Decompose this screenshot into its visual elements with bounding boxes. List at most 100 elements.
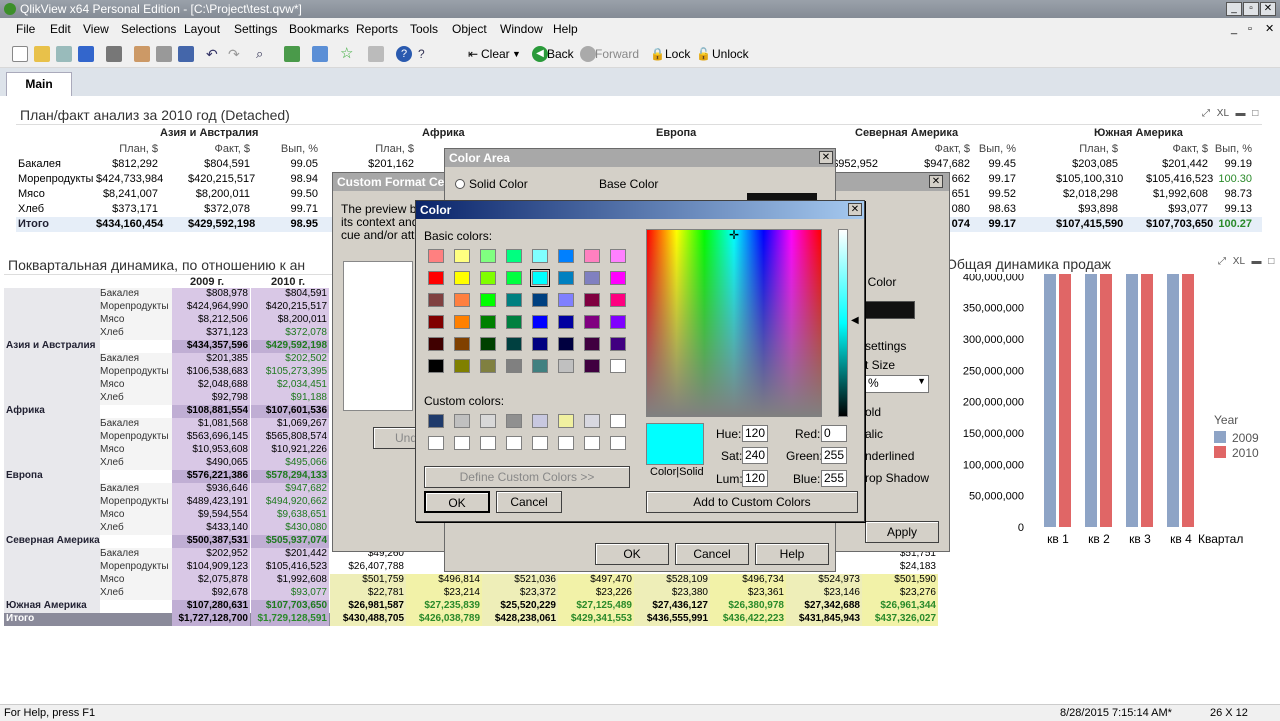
bar-2010-кв 2[interactable] [1100, 274, 1112, 527]
menu-reports[interactable]: Reports [356, 18, 398, 40]
red-input[interactable]: 0 [821, 425, 847, 442]
basic-color-swatch[interactable] [532, 315, 548, 329]
custom-color-swatch[interactable] [480, 414, 496, 428]
italic-label[interactable]: alic [865, 427, 883, 441]
text-color-swatch[interactable] [865, 301, 915, 319]
star-icon[interactable]: ☆ [340, 46, 356, 62]
bar-2010-кв 1[interactable] [1059, 274, 1071, 527]
menu-file[interactable]: File [16, 18, 35, 40]
basic-color-swatch[interactable] [428, 359, 444, 373]
unlock-button[interactable]: Unlock [712, 47, 749, 61]
define-custom-colors-button[interactable]: Define Custom Colors >> [424, 466, 630, 488]
custom-color-swatch[interactable] [428, 436, 444, 450]
lum-input[interactable]: 120 [742, 470, 768, 487]
new-sheet-object-icon[interactable] [312, 46, 328, 62]
basic-color-swatch[interactable] [454, 315, 470, 329]
bar-2009-кв 4[interactable] [1167, 274, 1179, 527]
bar-2009-кв 1[interactable] [1044, 274, 1056, 527]
basic-color-swatch[interactable] [558, 315, 574, 329]
custom-color-swatch[interactable] [584, 414, 600, 428]
basic-color-swatch[interactable] [428, 315, 444, 329]
cancel-button[interactable]: Cancel [675, 543, 749, 565]
basic-color-swatch[interactable] [530, 269, 550, 287]
unlock-icon[interactable]: 🔓 [696, 46, 712, 62]
menu-view[interactable]: View [83, 18, 109, 40]
selections-icon[interactable] [284, 46, 300, 62]
basic-color-swatch[interactable] [454, 271, 470, 285]
custom-color-swatch[interactable] [506, 414, 522, 428]
restore-icon[interactable]: ⤢ [1218, 256, 1226, 267]
maximize-icon[interactable]: □ [1268, 256, 1274, 267]
mdi-close-button[interactable]: ✕ [1265, 18, 1274, 40]
basic-color-swatch[interactable] [532, 249, 548, 263]
reload-data-icon[interactable] [156, 46, 172, 62]
maximize-button[interactable]: ▫ [1243, 2, 1259, 16]
basic-color-swatch[interactable] [480, 359, 496, 373]
reload-icon[interactable] [56, 46, 72, 62]
print-icon[interactable] [106, 46, 122, 62]
custom-color-swatch[interactable] [558, 414, 574, 428]
basic-color-swatch[interactable] [610, 271, 626, 285]
basic-color-swatch[interactable] [610, 315, 626, 329]
basic-color-swatch[interactable] [584, 315, 600, 329]
color-area-close-icon[interactable]: ✕ [819, 151, 833, 164]
apply-button[interactable]: Apply [865, 521, 939, 543]
basic-color-swatch[interactable] [584, 271, 600, 285]
help-icon[interactable]: ? [396, 46, 412, 62]
custom-color-swatch[interactable] [454, 414, 470, 428]
mdi-restore-button[interactable]: ▫ [1248, 18, 1252, 40]
custom-color-swatch[interactable] [532, 436, 548, 450]
design-grid-icon[interactable] [368, 46, 384, 62]
bold-label[interactable]: old [865, 405, 881, 419]
clear-dropdown-icon[interactable]: ▼ [512, 49, 521, 59]
custom-color-swatch[interactable] [558, 436, 574, 450]
minimize-icon[interactable]: ▬ [1235, 108, 1245, 119]
basic-color-swatch[interactable] [480, 337, 496, 351]
basic-color-swatch[interactable] [454, 359, 470, 373]
custom-color-swatch[interactable] [610, 436, 626, 450]
bar-2010-кв 4[interactable] [1182, 274, 1194, 527]
luminance-slider[interactable] [838, 229, 848, 417]
custom-color-swatch[interactable] [480, 436, 496, 450]
basic-color-swatch[interactable] [532, 293, 548, 307]
blue-input[interactable]: 255 [821, 470, 847, 487]
basic-color-swatch[interactable] [532, 337, 548, 351]
color-spectrum[interactable]: ✛ [646, 228, 822, 417]
basic-color-swatch[interactable] [428, 293, 444, 307]
new-icon[interactable] [12, 46, 28, 62]
back-button[interactable]: Back [547, 47, 574, 61]
basic-color-swatch[interactable] [454, 293, 470, 307]
bar-2009-кв 2[interactable] [1085, 274, 1097, 527]
edit-script-icon[interactable] [134, 46, 150, 62]
green-input[interactable]: 255 [821, 447, 847, 464]
basic-color-swatch[interactable] [480, 249, 496, 263]
forward-button[interactable]: Forward [595, 47, 639, 61]
menu-edit[interactable]: Edit [50, 18, 71, 40]
basic-color-swatch[interactable] [428, 271, 444, 285]
menu-layout[interactable]: Layout [184, 18, 220, 40]
basic-color-swatch[interactable] [584, 293, 600, 307]
minimize-icon[interactable]: ▬ [1251, 256, 1261, 267]
redo-icon[interactable]: ↷ [228, 46, 244, 62]
color-dialog-close-icon[interactable]: ✕ [848, 203, 862, 216]
size-dropdown[interactable]: % ▼ [863, 375, 929, 393]
basic-color-swatch[interactable] [558, 249, 574, 263]
mdi-minimize-button[interactable]: _ [1231, 18, 1237, 40]
back-icon[interactable]: ◀ [532, 46, 548, 62]
basic-color-swatch[interactable] [506, 293, 522, 307]
basic-color-swatch[interactable] [610, 249, 626, 263]
basic-color-swatch[interactable] [428, 337, 444, 351]
basic-color-swatch[interactable] [506, 359, 522, 373]
clear-button[interactable]: Clear [481, 47, 510, 61]
lock-icon[interactable]: 🔒 [650, 46, 666, 62]
basic-color-swatch[interactable] [506, 249, 522, 263]
partial-reload-icon[interactable] [178, 46, 194, 62]
context-help-icon[interactable]: ? [418, 46, 434, 62]
menu-window[interactable]: Window [500, 18, 543, 40]
custom-color-swatch[interactable] [610, 414, 626, 428]
basic-color-swatch[interactable] [506, 337, 522, 351]
basic-color-swatch[interactable] [610, 293, 626, 307]
basic-color-swatch[interactable] [610, 337, 626, 351]
menu-bookmarks[interactable]: Bookmarks [289, 18, 349, 40]
basic-color-swatch[interactable] [480, 293, 496, 307]
